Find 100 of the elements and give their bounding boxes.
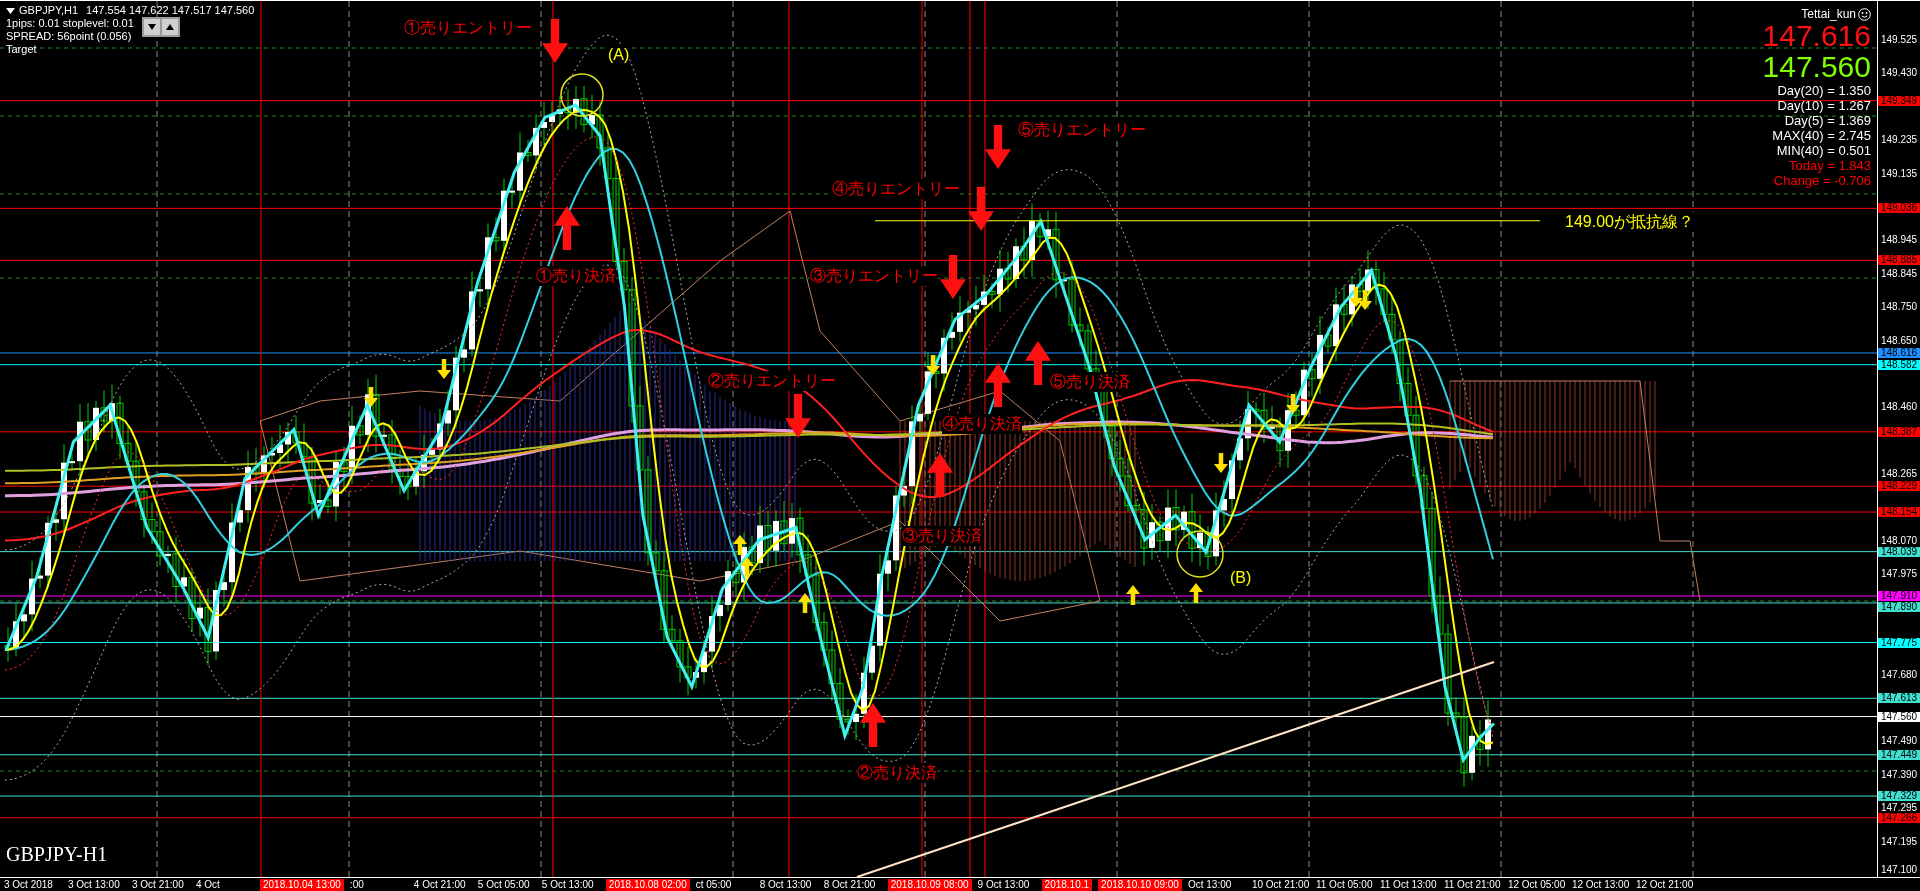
symbol-label: GBPJPY-H1 [6, 843, 108, 865]
annotation-label: ⑤売りエントリー [1018, 120, 1146, 140]
dropdown-triangle-icon[interactable] [6, 7, 15, 14]
price-tag: 147.329 [1878, 791, 1920, 802]
time-tick-label: 12 Oct 21:00 [1635, 878, 1694, 891]
price-tick-label: 149.235 [1881, 134, 1918, 145]
time-tick-label: 4 Oct [196, 878, 221, 891]
annotation-label: ④売りエントリー [832, 179, 960, 199]
up-arrow-icon [733, 535, 747, 555]
price-tick-label: 148.460 [1881, 401, 1918, 412]
price-tick-label: 148.070 [1881, 535, 1918, 546]
up-arrow-icon [1189, 583, 1203, 603]
price-tag: 147.266 [1878, 812, 1920, 823]
time-tick-label: 5 Oct 13:00 [541, 878, 595, 891]
annotation-label: ②売りエントリー [708, 371, 836, 391]
stat-line: Day(5) = 1.369 [1784, 113, 1871, 128]
up-arrow-icon [860, 703, 886, 747]
up-button[interactable] [161, 19, 178, 35]
symbol-title: GBPJPY,H1 [19, 4, 79, 17]
annotation-label: 149.00が抵抗線？ [1565, 212, 1694, 232]
time-tick-label: 12 Oct 13:00 [1571, 878, 1630, 891]
price-tag: 147.910 [1878, 591, 1920, 602]
info-line: 1pips: 0.01 stoplevel: 0.01 [6, 17, 134, 30]
down-arrow-icon [785, 394, 811, 438]
time-tick-label: 3 Oct 21:00 [132, 878, 185, 891]
down-arrow-icon [968, 187, 994, 231]
time-tick-label: 8 Oct 21:00 [823, 878, 877, 891]
price-tick-label: 148.845 [1881, 269, 1918, 280]
time-tick-label: 5 Oct 05:00 [477, 878, 531, 891]
stat-line: MIN(40) = 0.501 [1776, 143, 1871, 158]
annotation-label: (B) [1230, 568, 1252, 588]
price-tag: 148.387 [1878, 426, 1920, 437]
price-tick-label: 148.650 [1881, 336, 1918, 347]
time-tick-label: 11 Oct 13:00 [1379, 878, 1438, 891]
annotation-label: ①売り決済 [536, 266, 616, 286]
up-arrow-icon [1126, 585, 1140, 605]
up-arrow-icon [798, 593, 812, 613]
price-tick-label: 149.135 [1881, 169, 1918, 180]
up-arrow-icon [740, 557, 754, 577]
time-tick-label: 12 Oct 05:00 [1507, 878, 1566, 891]
price-tag: 148.582 [1878, 359, 1920, 370]
annotation-label: ③売りエントリー [810, 266, 938, 286]
price-tag: 148.229 [1878, 481, 1920, 492]
price-tag: 148.616 [1878, 347, 1920, 358]
price-tag: 147.890 [1878, 602, 1920, 613]
time-marker-label: 2018.10.1 [1041, 878, 1093, 891]
annotation-label: ⑤売り決済 [1050, 372, 1130, 392]
stat-line: MAX(40) = 2.745 [1772, 128, 1871, 143]
price-tag: 149.036 [1878, 203, 1920, 214]
time-marker-label: 2018.10.09 08:00 [887, 878, 972, 891]
price-tick-label: 148.265 [1881, 468, 1918, 479]
time-tick-label: 11 Oct 05:00 [1315, 878, 1374, 891]
time-marker-label: 2018.10.08 02:00 [605, 878, 690, 891]
stat-line: Day(10) = 1.267 [1777, 98, 1871, 113]
price-tag: 148.885 [1878, 255, 1920, 266]
time-tick-label: 9 Oct 13:00 [977, 878, 1031, 891]
price-tick-label: 147.680 [1881, 670, 1918, 681]
down-arrow-icon [1349, 287, 1363, 307]
bid-price: 147.616 [1762, 21, 1871, 51]
up-triangle-icon [165, 23, 174, 31]
ask-price: 147.560 [1762, 51, 1871, 83]
down-arrow-icon [542, 19, 568, 63]
down-arrow-icon [1358, 290, 1372, 310]
down-arrow-icon [985, 125, 1011, 169]
price-tag: 149.349 [1878, 95, 1920, 106]
up-arrow-icon [927, 453, 953, 497]
stat-line: Change = -0.706 [1773, 173, 1871, 188]
up-arrow-icon [554, 206, 580, 250]
time-tick-label: 3 Oct 13:00 [68, 878, 121, 891]
down-arrow-icon [1286, 394, 1300, 414]
price-tick-label: 147.195 [1881, 837, 1918, 848]
up-arrow-icon [985, 363, 1011, 407]
user-name: Tettai_kun [1801, 7, 1856, 21]
annotation-label: ②売り決済 [857, 763, 937, 783]
price-tag: 147.449 [1878, 749, 1920, 760]
info-line: Target [6, 43, 38, 56]
time-tick-label: 3 Oct 2018 [4, 878, 54, 891]
down-button[interactable] [143, 19, 160, 35]
time-tick-label: 10 Oct 21:00 [1251, 878, 1310, 891]
annotation-label: (A) [608, 45, 630, 65]
up-arrow-icon [1025, 341, 1051, 385]
time-tick-label: 11 Oct 21:00 [1443, 878, 1502, 891]
time-tick-label: 4 Oct 21:00 [413, 878, 467, 891]
annotation-label: ④売り決済 [942, 414, 1022, 434]
down-arrow-icon [940, 255, 966, 299]
price-tag: 148.039 [1878, 546, 1920, 557]
time-tick-label: 8 Oct 13:00 [759, 878, 813, 891]
down-arrow-icon [926, 355, 940, 375]
down-triangle-icon [147, 23, 156, 31]
time-marker-label: 2018.10.10 09:00 [1098, 878, 1182, 891]
annotation-label: ①売りエントリー [404, 18, 532, 38]
down-arrow-icon [437, 359, 451, 379]
price-tag: 147.775 [1878, 637, 1920, 648]
circle-marker-icon [560, 73, 604, 117]
price-quote: 147.554 147.622 147.517 147.560 [86, 4, 255, 17]
down-arrow-icon [1214, 453, 1228, 473]
price-tick-label: 147.390 [1881, 770, 1918, 781]
time-marker-label: 2018.10.04 13:00 [260, 878, 344, 891]
price-tick-label: 147.100 [1881, 865, 1918, 875]
price-tick-label: 148.750 [1881, 301, 1918, 312]
